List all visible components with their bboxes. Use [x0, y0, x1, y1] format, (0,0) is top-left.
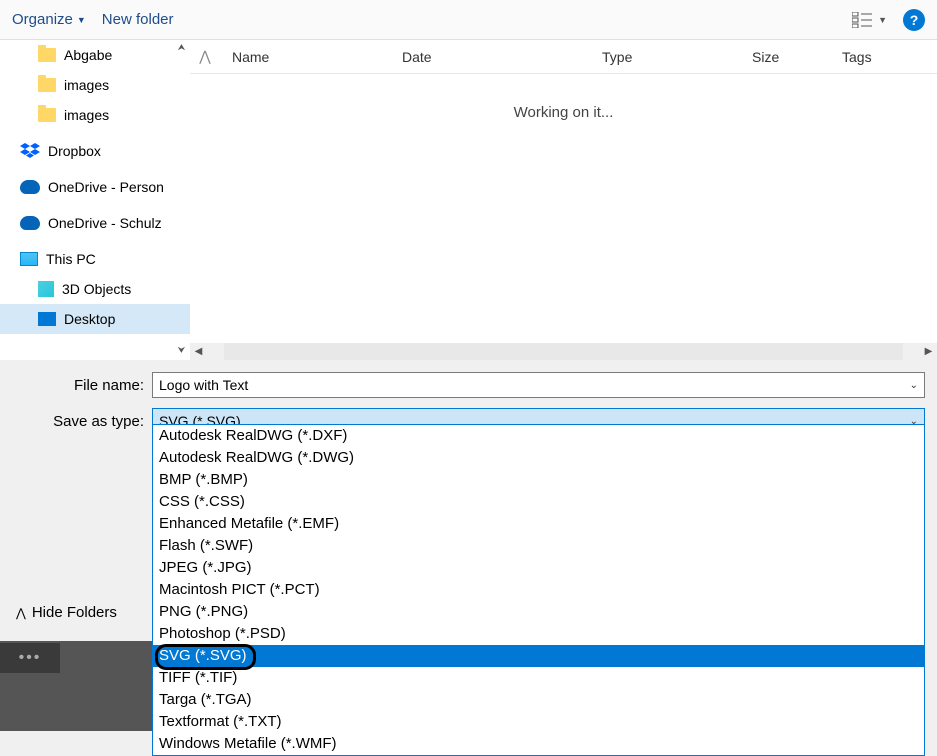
scrollbar-track[interactable] — [224, 343, 903, 360]
sidebar-item-label: images — [64, 77, 109, 93]
sidebar-item-onedrive-schulz[interactable]: OneDrive - Schulz — [0, 208, 190, 238]
scroll-left-icon[interactable]: ◀ — [190, 343, 207, 360]
sidebar-item-desktop[interactable]: Desktop — [0, 304, 190, 334]
sidebar-item-onedrive-person[interactable]: OneDrive - Person — [0, 172, 190, 202]
dropdown-option[interactable]: Windows Metafile (*.WMF) — [153, 733, 924, 755]
sidebar-item-label: 3D Objects — [62, 281, 131, 297]
file-name-label: File name: — [12, 377, 152, 394]
sort-indicator-icon[interactable]: ⋀ — [190, 48, 220, 65]
desktop-icon — [38, 312, 56, 326]
sidebar-item-3d-objects[interactable]: 3D Objects — [0, 274, 190, 304]
column-name[interactable]: Name — [220, 49, 390, 65]
chevron-up-icon: ⋀ — [16, 606, 26, 620]
onedrive-icon — [20, 180, 40, 194]
pc-icon — [20, 252, 38, 266]
dropdown-option[interactable]: JPEG (*.JPG) — [153, 557, 924, 579]
organize-label: Organize — [12, 11, 73, 28]
chevron-down-icon: ▼ — [77, 15, 86, 25]
background-menu-icon: ••• — [0, 643, 60, 673]
scroll-up-icon[interactable]: ⮝ — [175, 42, 188, 55]
dropdown-option[interactable]: BMP (*.BMP) — [153, 469, 924, 491]
column-type[interactable]: Type — [590, 49, 740, 65]
save-type-label: Save as type: — [12, 413, 152, 430]
column-size[interactable]: Size — [740, 49, 830, 65]
chevron-down-icon[interactable]: ⌄ — [910, 380, 918, 391]
dropdown-option[interactable]: Macintosh PICT (*.PCT) — [153, 579, 924, 601]
form-area: File name: Logo with Text ⌄ Save as type… — [0, 360, 937, 434]
column-headers: ⋀ Name Date Type Size Tags — [190, 40, 937, 74]
dropdown-option[interactable]: CSS (*.CSS) — [153, 491, 924, 513]
dropdown-option[interactable]: Targa (*.TGA) — [153, 689, 924, 711]
hide-folders-button[interactable]: ⋀ Hide Folders — [0, 594, 133, 631]
sidebar-item-label: Desktop — [64, 311, 115, 327]
column-tags[interactable]: Tags — [830, 49, 910, 65]
sidebar-item-label: This PC — [46, 251, 96, 267]
hide-folders-label: Hide Folders — [32, 604, 117, 621]
file-name-row: File name: Logo with Text ⌄ — [12, 372, 925, 398]
sidebar-item-this-pc[interactable]: This PC — [0, 244, 190, 274]
sidebar-item-dropbox[interactable]: Dropbox — [0, 136, 190, 166]
help-icon[interactable]: ? — [903, 9, 925, 31]
main-area: ⮝ Abgabe images images Dropbox OneDrive … — [0, 40, 937, 360]
sidebar-item-label: Dropbox — [48, 143, 101, 159]
dropdown-option[interactable]: Flash (*.SWF) — [153, 535, 924, 557]
dropdown-option[interactable]: SVG (*.SVG) — [153, 645, 924, 667]
sidebar-item-label: OneDrive - Person — [48, 179, 164, 195]
folder-icon — [38, 108, 56, 122]
dropdown-option[interactable]: Textformat (*.TXT) — [153, 711, 924, 733]
dropdown-option[interactable]: TIFF (*.TIF) — [153, 667, 924, 689]
folder-icon — [38, 78, 56, 92]
toolbar: Organize ▼ New folder ▼ ? — [0, 0, 937, 40]
content-pane: ⋀ Name Date Type Size Tags Working on it… — [190, 40, 937, 360]
file-list-body: Working on it... — [190, 74, 937, 343]
file-name-input[interactable]: Logo with Text ⌄ — [152, 372, 925, 398]
sidebar-item-label: images — [64, 107, 109, 123]
column-date[interactable]: Date — [390, 49, 590, 65]
chevron-down-icon: ▼ — [878, 15, 887, 25]
onedrive-icon — [20, 216, 40, 230]
dropdown-option[interactable]: Autodesk RealDWG (*.DXF) — [153, 425, 924, 447]
sidebar-item-label: Abgabe — [64, 47, 112, 63]
save-type-dropdown[interactable]: Autodesk RealDWG (*.DXF)Autodesk RealDWG… — [152, 424, 925, 756]
new-folder-button[interactable]: New folder — [102, 11, 174, 28]
cube-icon — [38, 281, 54, 297]
dropbox-icon — [20, 142, 40, 160]
sidebar[interactable]: ⮝ Abgabe images images Dropbox OneDrive … — [0, 40, 190, 360]
sidebar-item-images[interactable]: images — [0, 100, 190, 130]
view-mode-button[interactable]: ▼ — [852, 12, 887, 28]
file-name-value: Logo with Text — [159, 377, 248, 393]
status-text: Working on it... — [514, 104, 614, 121]
dropdown-option[interactable]: Photoshop (*.PSD) — [153, 623, 924, 645]
dropdown-option[interactable]: PNG (*.PNG) — [153, 601, 924, 623]
scroll-down-icon[interactable]: ⮟ — [175, 345, 188, 358]
dropdown-option[interactable]: Autodesk RealDWG (*.DWG) — [153, 447, 924, 469]
dropdown-option[interactable]: Enhanced Metafile (*.EMF) — [153, 513, 924, 535]
view-list-icon — [852, 12, 872, 28]
organize-button[interactable]: Organize ▼ — [12, 11, 86, 28]
scroll-right-icon[interactable]: ▶ — [920, 343, 937, 360]
sidebar-item-images[interactable]: images — [0, 70, 190, 100]
folder-icon — [38, 48, 56, 62]
sidebar-item-abgabe[interactable]: Abgabe — [0, 40, 190, 70]
horizontal-scrollbar[interactable]: ◀ ▶ — [190, 343, 937, 360]
sidebar-item-label: OneDrive - Schulz — [48, 215, 162, 231]
